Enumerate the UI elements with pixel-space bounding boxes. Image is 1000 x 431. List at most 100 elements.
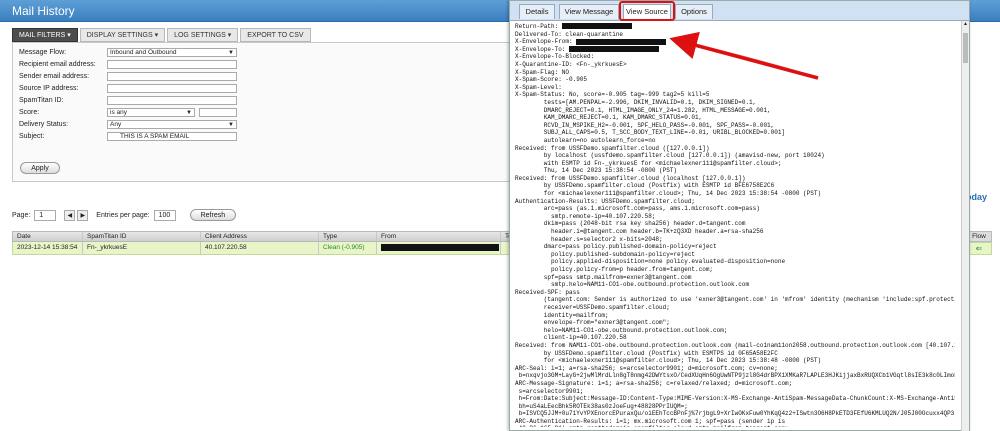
prev-page-icon[interactable]: ◀ [64,209,76,221]
source-line-text: for <michaelexner111@spamfilter.cloud>; … [515,357,822,365]
source-line: Received: from USSFDemo.spamfilter.cloud… [515,175,955,183]
source-line: ARC-Message-Signature: i=1; a=rsa-sha256… [515,380,955,388]
source-line: for <michaelexner111@spamfilter.cloud>; … [515,190,955,198]
source-line-text: X-Envelope-From: [515,38,577,46]
source-line-text: DMARC_REJECT=0.1, HTML_IMAGE_ONLY_24=1.2… [515,106,771,114]
source-line: tests=[AM.PENPAL=-2.996, DKIM_INVALID=0.… [515,99,955,107]
tab-display-settings[interactable]: DISPLAY SETTINGS ▾ [79,28,166,42]
dialog-tabs: Details View Message View Source Options [510,1,969,21]
delivery-status-value: Any [110,120,122,128]
source-line: smtp.helo=NAM11-CO1-obe.outbound.protect… [515,281,955,289]
source-line-text: policy.policy-from=p header.from=tangent… [515,266,714,273]
source-line: Thu, 14 Dec 2023 15:38:54 -0800 (PST) [515,167,955,175]
export-csv-button[interactable]: EXPORT TO CSV [240,28,311,42]
score-value-input[interactable] [199,107,237,117]
source-line: ARC-Seal: i=1; a=rsa-sha256; s=arcselect… [515,365,955,373]
source-line: with ESMTP id Fn-_ykrkuesE for <michaele… [515,160,955,168]
filter-row-delivery-status: Delivery Status: Any ▼ [19,119,237,129]
source-line-text: b=ISVCQ5JJM+0u71YvYPXEnorcEPuraxQu/oiEEh… [515,410,955,418]
col-type[interactable]: Type [319,232,377,241]
source-line-text: spf=pass smtp.mailfrom=exner3@tangent.co… [515,273,692,281]
source-line: by USSFDemo.spamfilter.cloud (Postfix) w… [515,182,955,190]
source-line: client-ip=40.107.220.58 [515,334,955,342]
source-line: b=ISVCQ5JJM+0u71YvYPXEnorcEPuraxQu/oiEEh… [515,410,955,418]
recipient-email-input[interactable] [107,59,237,69]
col-from[interactable]: From [377,232,501,241]
source-line-text: X-Spam-Level: [515,83,562,91]
source-line-text: dkim=pass (2048-bit rsa key sha256) head… [515,220,746,228]
scroll-thumb[interactable] [963,33,968,63]
next-page-icon[interactable]: ▶ [77,209,89,221]
source-line-text: X-Envelope-To-Blocked: [515,53,595,61]
filter-label: Delivery Status: [19,120,69,128]
tab-log-settings[interactable]: LOG SETTINGS ▾ [167,28,239,42]
filter-label: Score: [19,108,40,116]
tab-mail-filters[interactable]: MAIL FILTERS ▾ [12,28,78,42]
scroll-up-icon[interactable]: ▲ [962,21,969,29]
col-client-address[interactable]: Client Address [201,232,319,241]
source-line: ARC-Authentication-Results: i=1; mx.micr… [515,418,955,426]
source-line: by localhost (ussfdemo.spamfilter.cloud … [515,152,955,160]
spamtitan-id-input[interactable] [107,95,237,105]
filter-label: Sender email address: [19,72,90,80]
source-line-text: smtp.remote-ip=40.107.220.58; [515,212,656,220]
source-line-text: Received: from USSFDemo.spamfilter.cloud… [515,144,710,152]
source-ip-input[interactable] [107,83,237,93]
filter-row-score: Score: is any ▼ [19,107,237,117]
tab-view-message[interactable]: View Message [559,4,619,19]
source-line-text: Thu, 14 Dec 2023 15:38:54 -0800 (PST) [515,167,678,175]
score-select[interactable]: is any ▼ [107,107,195,117]
apply-button[interactable]: Apply [20,162,60,174]
table-row[interactable]: 2023-12-14 15:38:54 Fn-_ykrkuesE 40.107.… [12,242,516,255]
sender-email-input[interactable] [107,71,237,81]
source-line-text: X-Spam-Score: -0.905 [515,76,588,84]
page-label: Page: [12,211,31,219]
source-line: policy.policy-from=p header.from=tangent… [515,266,955,274]
source-line: X-Spam-Status: No, score=-0.905 tag=-999… [515,91,955,99]
redaction-bar [569,46,660,53]
scrollbar[interactable]: ▲ [961,21,969,431]
filter-toolbar: MAIL FILTERS ▾ DISPLAY SETTINGS ▾ LOG SE… [12,28,311,42]
source-line: RCVD_IN_MSPIKE_H2=-0.001, SPF_HELO_PASS=… [515,122,955,130]
source-line: 40.86.165.91) smtp.rcpttodomain=spamfilt… [515,425,955,427]
source-line: header.i=@tangent.com header.b=TK+zQ3XD … [515,228,955,236]
source-line-text: b=nxqvjo3GM+LayG+2jwMlMrdLln8gT8nmg42DWY… [515,372,955,380]
source-line: header.s=selector2 x-bits=2048; [515,236,955,244]
source-line: X-Envelope-To: [515,46,955,54]
cell-spamtitan-id: Fn-_ykrkuesE [83,242,201,254]
page-input[interactable]: 1 [34,209,57,221]
source-line: X-Spam-Score: -0.905 [515,76,955,84]
source-line: envelope-from="exner3@tangent.com"; [515,319,955,327]
source-line-text: Authentication-Results: USSFDemo.spamfil… [515,197,696,205]
source-line-text: smtp.helo=NAM11-CO1-obe.outbound.protect… [515,281,750,289]
source-line: b=nxqvjo3GM+LayG+2jwMlMrdLln8gT8nmg42DWY… [515,372,955,380]
source-line-text: KAM_DMARC_REJECT=0.1, KAM_DMARC_STATUS=0… [515,114,703,122]
chevron-down-icon: ▼ [228,49,234,56]
refresh-button[interactable]: Refresh [189,209,237,221]
subject-input[interactable]: THIS IS A SPAM EMAIL [107,131,237,141]
source-line: Delivered-To: clean-quarantine [515,31,955,39]
source-line-text: receiver=USSFDemo.spamfilter.cloud; [515,303,670,311]
col-date[interactable]: Date [13,232,83,241]
message-flow-select[interactable]: Inbound and Outbound ▼ [107,47,237,57]
cell-client-address: 40.107.220.58 [201,242,319,254]
delivery-status-select[interactable]: Any ▼ [107,119,237,129]
source-line: X-Spam-Flag: NO [515,69,955,77]
source-line-text: header.s=selector2 x-bits=2048; [515,235,663,243]
source-line-text: RCVD_IN_MSPIKE_H2=-0.001, SPF_HELO_PASS=… [515,121,775,129]
tab-options[interactable]: Options [675,4,713,19]
source-line-text: Received: from USSFDemo.spamfilter.cloud… [515,174,746,182]
source-line: Received-SPF: pass [515,289,955,297]
source-line-text: envelope-from="exner3@tangent.com"; [515,319,670,327]
col-spamtitan-id[interactable]: SpamTitan ID [83,232,201,241]
source-line-text: h=From:Date:Subject:Message-ID:Content-T… [515,395,955,403]
filter-row-sender: Sender email address: [19,71,237,81]
source-line-text: X-Spam-Flag: NO [515,68,570,76]
source-line: dmarc=pass policy.published-domain-polic… [515,243,955,251]
filter-label: Subject: [19,132,45,140]
filter-row-recipient: Recipient email address: [19,59,237,69]
entries-select[interactable]: 100 [153,209,176,221]
source-line: policy.published-subdomain-policy=reject [515,251,955,259]
filter-row-message-flow: Message Flow: Inbound and Outbound ▼ [19,47,237,57]
tab-details[interactable]: Details [519,4,555,19]
